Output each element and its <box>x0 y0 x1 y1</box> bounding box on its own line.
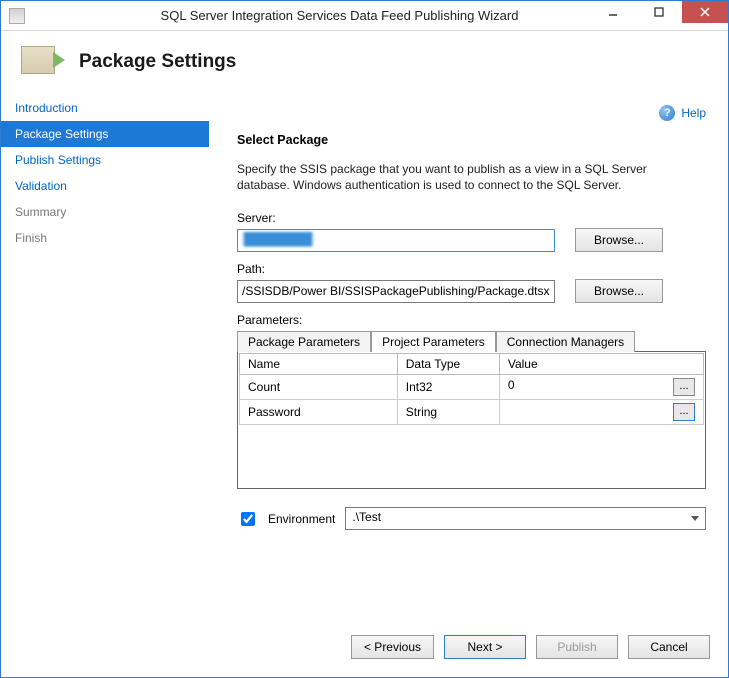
parameters-label: Parameters: <box>237 313 706 327</box>
sidebar-item-summary: Summary <box>1 199 209 225</box>
cell-name: Password <box>240 400 398 425</box>
cell-type: String <box>397 400 499 425</box>
wizard-window: SQL Server Integration Services Data Fee… <box>0 0 729 678</box>
wizard-steps-sidebar: Introduction Package Settings Publish Se… <box>1 93 209 627</box>
path-input[interactable] <box>237 280 555 303</box>
table-header-row: Name Data Type Value <box>240 354 704 375</box>
col-type: Data Type <box>397 354 499 375</box>
sidebar-item-introduction[interactable]: Introduction <box>1 95 209 121</box>
value-ellipsis-button[interactable]: ... <box>673 403 695 421</box>
col-value: Value <box>499 354 703 375</box>
col-name: Name <box>240 354 398 375</box>
sidebar-item-label: Validation <box>15 179 67 193</box>
help-icon: ? <box>659 105 675 121</box>
sidebar-item-label: Introduction <box>15 101 78 115</box>
sidebar-item-package-settings[interactable]: Package Settings <box>1 121 209 147</box>
sidebar-item-finish: Finish <box>1 225 209 251</box>
table-row[interactable]: Count Int32 0 ... <box>240 375 704 400</box>
page-heading: Package Settings <box>79 51 236 73</box>
server-label: Server: <box>237 211 706 225</box>
minimize-button[interactable] <box>590 1 636 23</box>
browse-server-button[interactable]: Browse... <box>575 228 663 252</box>
sidebar-item-label: Summary <box>15 205 66 219</box>
tab-package-parameters[interactable]: Package Parameters <box>237 331 371 352</box>
wizard-footer: < Previous Next > Publish Cancel <box>1 627 728 677</box>
cell-name: Count <box>240 375 398 400</box>
publish-button: Publish <box>536 635 618 659</box>
close-button[interactable] <box>682 1 728 23</box>
tab-project-parameters[interactable]: Project Parameters <box>371 331 496 352</box>
window-buttons <box>590 1 728 23</box>
parameters-table-panel: Name Data Type Value Count Int32 0 ... P… <box>237 351 706 489</box>
sidebar-item-label: Finish <box>15 231 47 245</box>
path-label: Path: <box>237 262 706 276</box>
main-panel: ? Help Select Package Specify the SSIS p… <box>209 93 728 627</box>
sidebar-item-label: Publish Settings <box>15 153 101 167</box>
section-title: Select Package <box>237 133 706 147</box>
app-icon <box>9 8 25 24</box>
environment-row: Environment .\Test <box>237 507 706 530</box>
previous-button[interactable]: < Previous <box>351 635 434 659</box>
cell-value[interactable]: ... <box>499 400 703 425</box>
environment-label: Environment <box>268 512 335 526</box>
browse-path-button[interactable]: Browse... <box>575 279 663 303</box>
page-header: Package Settings <box>1 31 728 93</box>
server-input[interactable]: ████████ <box>237 229 555 252</box>
title-bar: SQL Server Integration Services Data Fee… <box>1 1 728 31</box>
sidebar-item-validation[interactable]: Validation <box>1 173 209 199</box>
tab-connection-managers[interactable]: Connection Managers <box>496 331 635 352</box>
maximize-button[interactable] <box>636 1 682 23</box>
help-label: Help <box>681 106 706 120</box>
environment-checkbox[interactable] <box>241 512 255 526</box>
package-icon <box>19 38 67 86</box>
cell-value[interactable]: 0 ... <box>499 375 703 400</box>
environment-value: .\Test <box>352 510 381 524</box>
cancel-button[interactable]: Cancel <box>628 635 710 659</box>
section-description: Specify the SSIS package that you want t… <box>237 161 687 193</box>
help-link[interactable]: ? Help <box>659 105 706 121</box>
sidebar-item-label: Package Settings <box>15 127 108 141</box>
value-ellipsis-button[interactable]: ... <box>673 378 695 396</box>
cell-type: Int32 <box>397 375 499 400</box>
next-button[interactable]: Next > <box>444 635 526 659</box>
environment-select[interactable]: .\Test <box>345 507 706 530</box>
parameters-table: Name Data Type Value Count Int32 0 ... P… <box>239 353 704 425</box>
sidebar-item-publish-settings[interactable]: Publish Settings <box>1 147 209 173</box>
parameters-tabs: Package Parameters Project Parameters Co… <box>237 330 706 351</box>
table-row[interactable]: Password String ... <box>240 400 704 425</box>
